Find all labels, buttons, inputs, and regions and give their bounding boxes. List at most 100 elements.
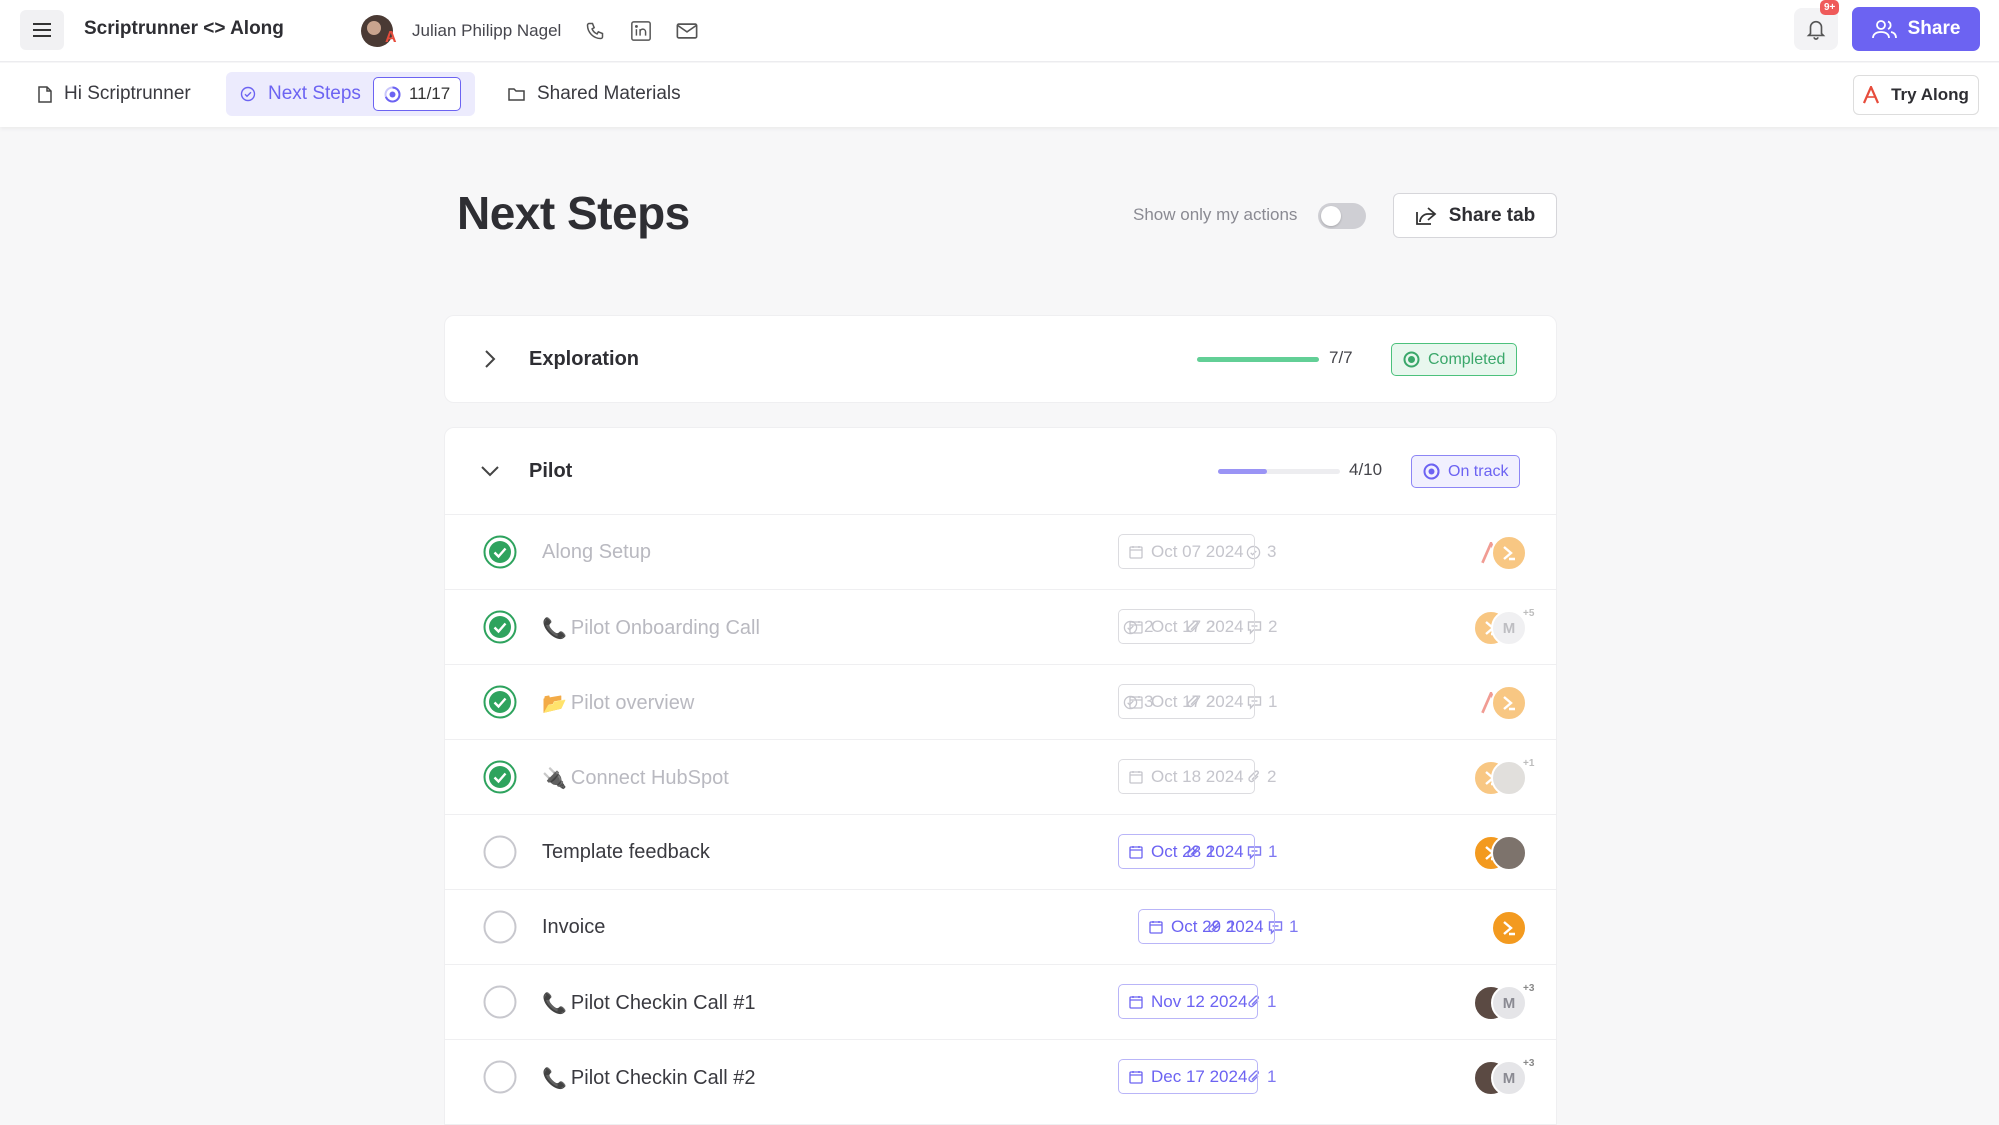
mail-icon[interactable]: [675, 19, 699, 43]
task-row[interactable]: Invoice 1 1 Oct 29 2024: [445, 889, 1556, 964]
tab-label: Shared Materials: [537, 83, 681, 104]
share-button-label: Share: [1907, 18, 1961, 39]
task-assignees[interactable]: M +3: [1473, 1058, 1534, 1098]
linkedin-icon[interactable]: [629, 19, 653, 43]
task-emoji: 📞: [542, 993, 567, 1015]
top-bar: Scriptrunner <> Along A Julian Philipp N…: [0, 0, 1999, 62]
task-assignees[interactable]: M +3: [1473, 983, 1534, 1023]
phase-header[interactable]: Exploration 7/7 Completed: [445, 316, 1556, 402]
phase-progress-text: 7/7: [1329, 348, 1353, 367]
tab-bar: Hi Scriptrunner Next Steps 11/17 Shared …: [0, 63, 1999, 127]
phase-header[interactable]: Pilot 4/10 On track: [445, 428, 1556, 514]
task-emoji: 🔌: [542, 768, 567, 790]
tab-progress-badge: 11/17: [372, 77, 462, 111]
unchecked-circle-icon[interactable]: [483, 910, 517, 944]
try-along-button[interactable]: Try Along: [1853, 75, 1979, 115]
calendar-icon: [1129, 695, 1143, 709]
try-along-label: Try Along: [1891, 85, 1969, 104]
member-avatar: M: [1491, 610, 1527, 646]
user-photo-avatar: [1491, 760, 1527, 796]
menu-icon: [33, 23, 51, 37]
task-assignees[interactable]: +1: [1473, 758, 1535, 798]
more-assignees-count: +5: [1523, 608, 1535, 619]
show-my-actions-toggle[interactable]: [1318, 203, 1366, 229]
task-due-date[interactable]: Oct 18 2024: [1118, 759, 1255, 794]
tab-label: Next Steps: [268, 83, 361, 104]
page-title: Next Steps: [457, 187, 690, 239]
tab-count: 11/17: [408, 84, 451, 103]
calendar-icon: [1129, 995, 1143, 1009]
task-emoji: 📂: [542, 693, 567, 715]
task-assignees[interactable]: [1491, 908, 1551, 948]
app-title: Scriptrunner <> Along: [84, 18, 284, 39]
phase-title: Pilot: [529, 460, 573, 482]
svg-text:A: A: [385, 29, 397, 46]
chevron-down-icon[interactable]: [479, 464, 501, 478]
share-tab-button[interactable]: Share tab: [1393, 193, 1557, 238]
task-emoji: 📞: [542, 1068, 567, 1090]
task-due-date[interactable]: Oct 07 2024: [1118, 534, 1255, 569]
bell-icon: [1806, 20, 1826, 40]
phase-card-exploration: Exploration 7/7 Completed: [444, 315, 1557, 403]
task-name: Template feedback: [542, 841, 710, 863]
check-circle-icon: [240, 86, 256, 102]
unchecked-circle-icon[interactable]: [483, 835, 517, 869]
folder-icon: [508, 88, 525, 101]
users-icon: [1871, 20, 1897, 39]
document-icon: [38, 85, 52, 103]
more-assignees-count: +1: [1523, 758, 1535, 769]
phase-title: Exploration: [529, 348, 640, 370]
unchecked-circle-icon[interactable]: [483, 985, 517, 1019]
calendar-icon: [1129, 620, 1143, 634]
on-track-icon: [1423, 463, 1440, 480]
scriptrunner-avatar: [1491, 685, 1527, 721]
member-avatar: M: [1491, 1060, 1527, 1096]
chevron-right-icon[interactable]: [483, 348, 497, 370]
calendar-icon: [1129, 545, 1143, 559]
task-assignees[interactable]: [1473, 533, 1533, 573]
task-due-date[interactable]: Oct 29 2024: [1138, 909, 1275, 944]
task-due-date[interactable]: Dec 17 2024: [1118, 1059, 1259, 1094]
task-name: Connect HubSpot: [570, 767, 729, 789]
share-button[interactable]: Share: [1852, 7, 1980, 51]
task-row[interactable]: Template feedback 1 1 Oct 28 2024: [445, 814, 1556, 889]
status-text: Completed: [1428, 350, 1506, 368]
task-name: Invoice: [542, 916, 606, 938]
task-emoji: 📞: [542, 618, 567, 640]
contact-avatar[interactable]: A: [360, 11, 400, 51]
calendar-icon: [1129, 770, 1143, 784]
contact-name: Julian Philipp Nagel: [412, 21, 562, 40]
task-due-date[interactable]: Oct 28 2024: [1118, 834, 1255, 869]
checked-circle-icon[interactable]: [483, 685, 517, 719]
show-my-actions-label: Show only my actions: [1133, 205, 1298, 224]
hamburger-menu-button[interactable]: [20, 10, 64, 50]
tab-shared-materials[interactable]: Shared Materials: [494, 72, 695, 116]
task-due-date[interactable]: Oct 17 2024: [1118, 684, 1255, 719]
phone-icon[interactable]: [583, 19, 607, 43]
unchecked-circle-icon[interactable]: [483, 1060, 517, 1094]
share-icon: [1415, 206, 1437, 225]
task-row[interactable]: 🔌 Connect HubSpot 2 Oct 18 2024 +1: [445, 739, 1556, 814]
tab-hi-scriptrunner[interactable]: Hi Scriptrunner: [24, 72, 205, 116]
task-due-date[interactable]: Oct 17 2024: [1118, 609, 1255, 644]
tab-next-steps[interactable]: Next Steps 11/17: [226, 72, 476, 116]
status-badge: Completed: [1391, 343, 1518, 376]
task-assignees[interactable]: M +5: [1473, 608, 1535, 648]
checked-circle-icon[interactable]: [483, 610, 517, 644]
task-row[interactable]: 📞 Pilot Checkin Call #2 1 Dec 17 2024 M +…: [445, 1039, 1556, 1114]
calendar-icon: [1149, 920, 1163, 934]
task-assignees[interactable]: [1473, 833, 1533, 873]
progress-ring-icon: [384, 86, 401, 102]
user-photo-avatar: [1491, 835, 1527, 871]
task-row[interactable]: 📞 Pilot Checkin Call #1 1 Nov 12 2024 M +…: [445, 964, 1556, 1039]
phase-card-pilot: Pilot 4/10 On track Along Setup 3 Oct 07…: [444, 427, 1557, 1125]
contact-info: A Julian Philipp Nagel: [360, 11, 699, 51]
task-row[interactable]: 📞 Pilot Onboarding Call 2 2 2 Oct 17 2024…: [445, 589, 1556, 664]
task-assignees[interactable]: [1473, 683, 1533, 723]
checked-circle-icon[interactable]: [483, 760, 517, 794]
checked-circle-icon[interactable]: [483, 535, 517, 569]
task-due-date[interactable]: Nov 12 2024: [1118, 984, 1259, 1019]
task-row[interactable]: Along Setup 3 Oct 07 2024: [445, 514, 1556, 589]
member-avatar: M: [1491, 985, 1527, 1021]
task-row[interactable]: 📂 Pilot overview 3 2 1 Oct 17 2024: [445, 664, 1556, 739]
